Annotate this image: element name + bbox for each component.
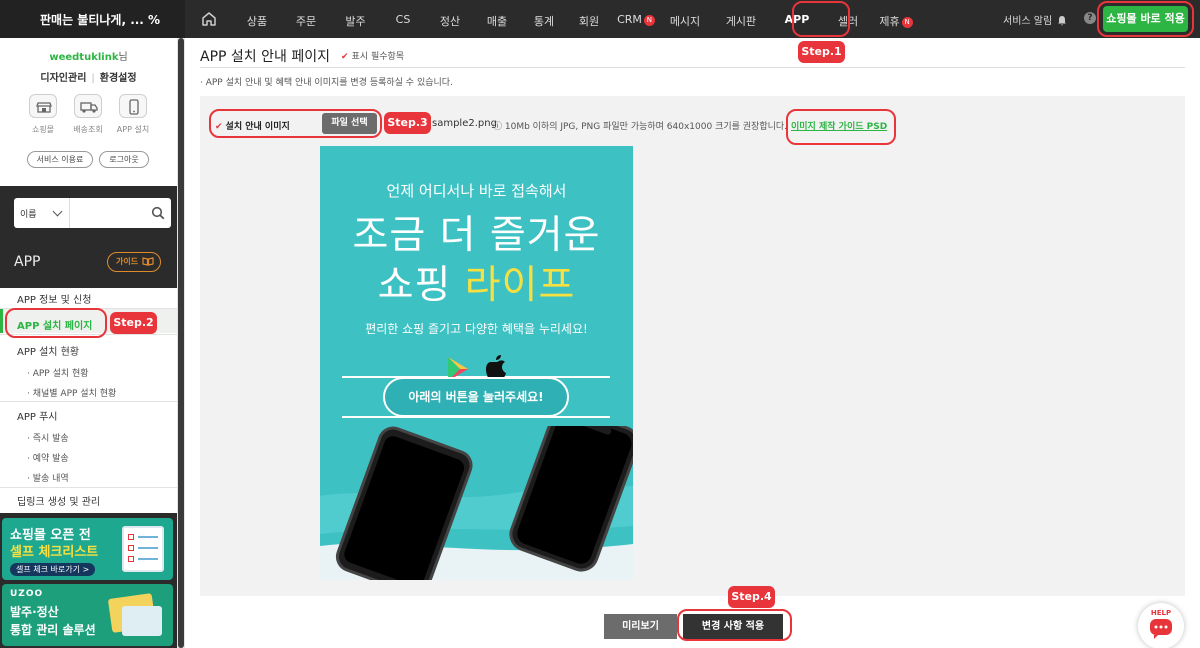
sidebar-links: 디자인관리 | 환경설정 (40, 73, 137, 84)
sidebar-user-panel: weedtuklink님 디자인관리 | 환경설정 쇼핑몰 배송조회 APP 설치 … (0, 38, 177, 186)
file-select-button[interactable]: 파일 선택 (322, 113, 377, 134)
nav-item-cs[interactable]: CS (383, 0, 423, 38)
quick-delivery-button[interactable]: 배송조회 (67, 94, 109, 135)
preview-button[interactable]: 미리보기 (604, 614, 677, 639)
new-badge: N (901, 17, 913, 28)
home-icon[interactable] (200, 10, 218, 28)
help-icon[interactable]: ? (1084, 12, 1096, 24)
check-icon: ✔ (341, 52, 349, 62)
service-alarm[interactable]: 서비스 알림 (1003, 12, 1067, 27)
book-icon (142, 257, 154, 266)
nav-item-app[interactable]: APP (777, 0, 817, 38)
settings-link[interactable]: 환경설정 (100, 73, 137, 84)
image-guide-psd-link[interactable]: 이미지 제작 가이드 PSD (791, 119, 887, 132)
nav-item-sales[interactable]: 매출 (477, 0, 517, 38)
chevron-down-icon (52, 206, 63, 217)
quick-shop-button[interactable]: 쇼핑몰 (22, 94, 64, 135)
main-nav: 상품 주문 발주 CS 정산 매출 통계 회원 CRM N 메시지 게시판 APP… (230, 0, 913, 38)
self-check-link[interactable]: 셀프 체크 바로가기 > (10, 563, 96, 576)
nav-item-orders[interactable]: 주문 (284, 0, 328, 38)
document-icon (122, 606, 162, 636)
file-hint: ⓘ 10Mb 이하의 JPG, PNG 파일만 가능하며 640x1000 크기… (493, 122, 788, 132)
preview-tagline: 편리한 쇼핑 즐기고 다양한 혜택을 누리세요! (365, 322, 588, 336)
preview-cta-button: 아래의 버튼을 눌러주세요! (383, 377, 569, 417)
top-navigation-bar: 판매는 불티나게, ... % 상품 주문 발주 CS 정산 매출 통계 회원 … (0, 0, 1200, 38)
submenu-item-reserved-send[interactable]: · 예약 발송 (27, 451, 69, 464)
search-type-select[interactable]: 이름 (14, 198, 70, 228)
nav-item-board[interactable]: 게시판 (705, 0, 777, 38)
uzoo-solution-banner[interactable]: UZOO 발주·정산 통합 관리 솔루션 (2, 584, 173, 646)
submenu-item-app-install[interactable]: · APP 설치 현황 (27, 366, 89, 379)
menu-item-app-install-status[interactable]: APP 설치 현황 (17, 343, 79, 358)
nav-item-products[interactable]: 상품 (230, 0, 284, 38)
required-legend: ✔ 표시 필수항목 (341, 52, 405, 62)
sidebar-scrollbar-thumb[interactable] (178, 38, 184, 648)
submenu-item-instant-send[interactable]: · 즉시 발송 (27, 431, 69, 444)
service-fee-button[interactable]: 서비스 이용료 (27, 151, 93, 168)
divider (0, 401, 177, 402)
sidebar-search: 이름 (14, 198, 171, 228)
truck-icon (80, 102, 98, 113)
preview-headline-2: 쇼핑 라이프 (377, 263, 576, 308)
nav-item-members[interactable]: 회원 (571, 0, 607, 38)
search-icon[interactable] (151, 206, 165, 220)
dots-icon (1154, 625, 1168, 629)
page-description: · APP 설치 안내 및 혜택 안내 이미지를 변경 등록하실 수 있습니다. (200, 78, 453, 88)
divider (0, 487, 177, 488)
nav-item-message[interactable]: 메시지 (665, 0, 705, 38)
apply-to-shop-button[interactable]: 쇼핑몰 바로 적용 (1103, 6, 1188, 32)
nav-item-purchase[interactable]: 발주 (328, 0, 383, 38)
menu-item-app-info[interactable]: APP 정보 및 신청 (17, 291, 91, 306)
design-management-link[interactable]: 디자인관리 (40, 73, 86, 84)
field-label: ✔ 설치 안내 이미지 (215, 122, 290, 132)
page-title: APP 설치 안내 페이지 (200, 49, 330, 65)
step3-label: Step.3 (384, 112, 431, 134)
check-icon: ✔ (215, 122, 223, 132)
menu-item-deeplink[interactable]: 딥링크 생성 및 관리 (17, 493, 100, 508)
step2-label: Step.2 (110, 312, 157, 334)
bell-icon (1058, 16, 1067, 26)
checklist-icon (122, 526, 164, 572)
install-guide-preview-image: 언제 어디서나 바로 접속해서 조금 더 즐거운 쇼핑 라이프 편리한 쇼핑 즐… (320, 146, 633, 580)
menu-item-app-push[interactable]: APP 푸시 (17, 408, 57, 423)
store-icon (36, 102, 52, 113)
submenu-item-send-history[interactable]: · 발송 내역 (27, 471, 69, 484)
preview-subtitle: 언제 어디서나 바로 접속해서 (386, 182, 567, 200)
file-name: sample2.png (432, 118, 497, 129)
submenu-item-channel-install[interactable]: · 채널별 APP 설치 현황 (27, 386, 116, 399)
menu-item-app-install-page[interactable]: APP 설치 페이지 (17, 317, 92, 332)
sidebar: weedtuklink님 디자인관리 | 환경설정 쇼핑몰 배송조회 APP 설치 … (0, 38, 185, 648)
nav-item-seller[interactable]: 셀러 (817, 0, 879, 38)
nav-item-settlement[interactable]: 정산 (423, 0, 477, 38)
nav-item-statistics[interactable]: 통계 (517, 0, 571, 38)
nav-item-crm[interactable]: CRM N (607, 0, 665, 38)
preview-headline: 조금 더 즐거운 (352, 213, 601, 258)
self-checklist-banner[interactable]: 쇼핑몰 오픈 전 셀프 체크리스트 셀프 체크 바로가기 > (2, 518, 173, 580)
search-input[interactable] (71, 198, 146, 228)
divider (0, 334, 177, 335)
username: weedtuklink님 (49, 52, 128, 63)
phones-illustration (320, 426, 633, 580)
nav-item-partner[interactable]: 제휴 N (879, 0, 913, 38)
logout-button[interactable]: 로그아웃 (99, 151, 149, 168)
divider (200, 67, 1185, 68)
new-badge: N (643, 15, 655, 26)
step1-label: Step.1 (798, 41, 845, 63)
shop-name[interactable]: 판매는 불티나게, ... % (0, 0, 185, 38)
phone-icon (129, 99, 139, 115)
apply-changes-button[interactable]: 변경 사항 적용 (683, 614, 783, 639)
divider (0, 308, 177, 309)
quick-app-install-button[interactable]: APP 설치 (112, 94, 154, 135)
help-chat-button[interactable]: HELP (1138, 603, 1184, 648)
guide-button[interactable]: 가이드 (107, 252, 161, 272)
uzoo-logo: UZOO (10, 589, 44, 599)
menu-title: APP (14, 254, 41, 270)
step4-label: Step.4 (728, 586, 775, 608)
